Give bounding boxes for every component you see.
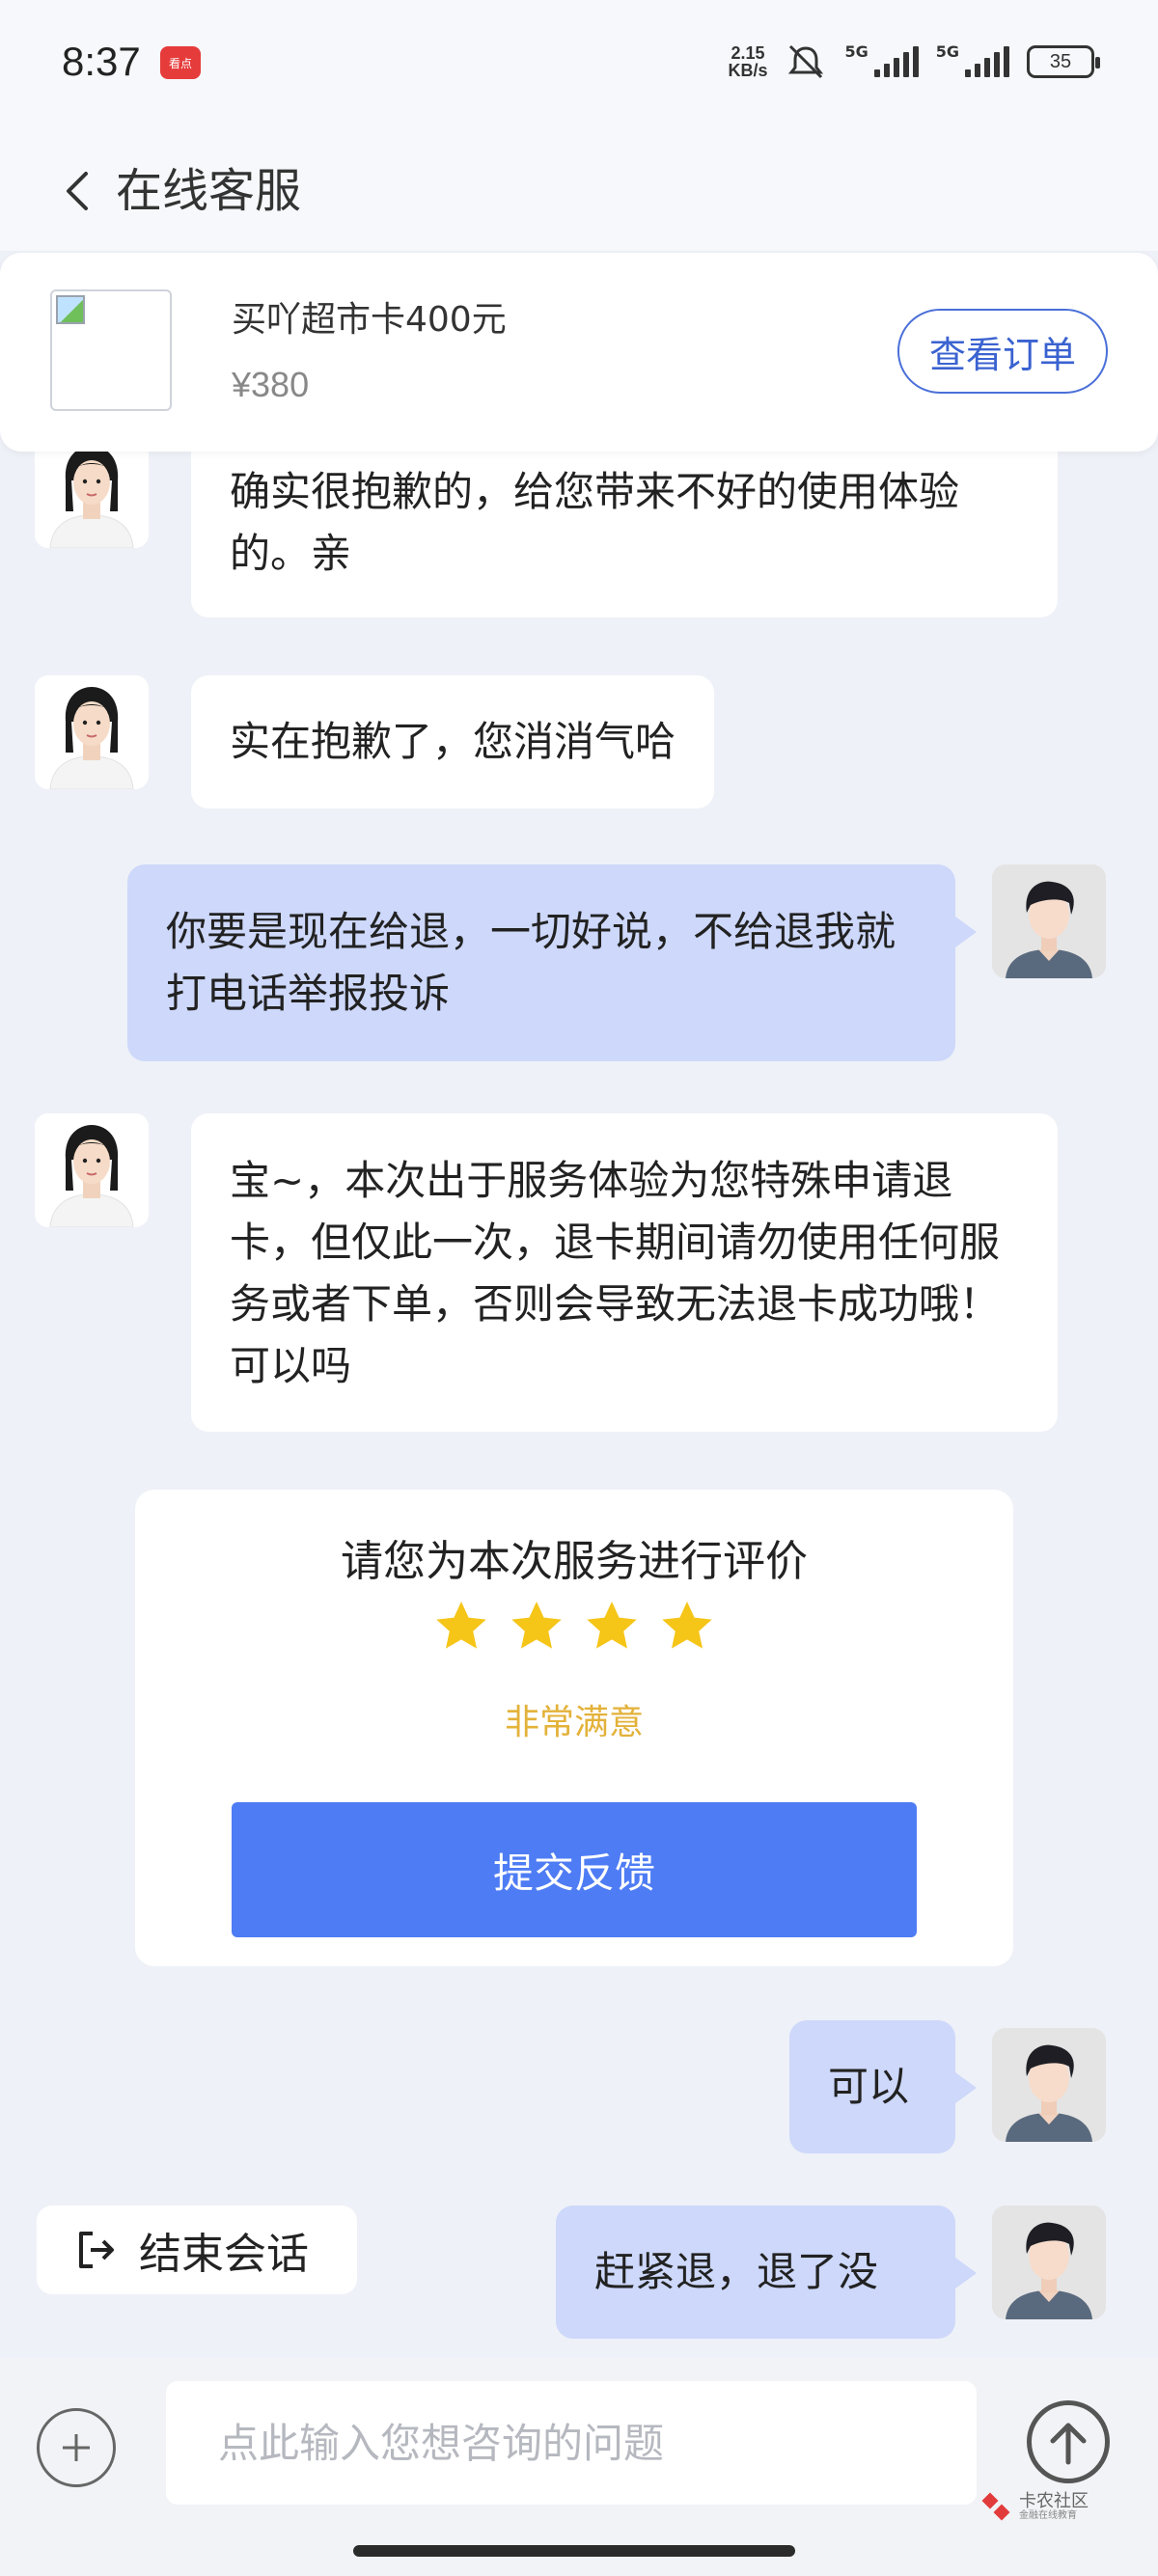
star-rating[interactable]: [135, 1598, 1013, 1656]
product-image: [50, 289, 172, 411]
watermark-subtext: 金融在线教育: [1019, 2510, 1077, 2521]
user-avatar: [992, 2028, 1106, 2142]
send-button[interactable]: [1027, 2400, 1110, 2483]
rating-card: 请您为本次服务进行评价 非常满意 提交反馈: [135, 1490, 1013, 1966]
agent-message: 实在抱歉了，您消消气哈: [191, 675, 715, 808]
agent-avatar: [35, 1113, 149, 1227]
star-icon[interactable]: [432, 1598, 490, 1656]
agent-message: 宝~，本次出于服务体验为您特殊申请退卡，但仅此一次，退卡期间请勿使用任何服务或者…: [191, 1113, 1058, 1432]
star-icon[interactable]: [583, 1598, 641, 1656]
user-avatar: [992, 864, 1106, 978]
watermark-text: 卡农社区: [1019, 2491, 1089, 2511]
input-bar: 卡农社区 金融在线教育: [0, 2358, 1158, 2576]
product-price: ¥380: [232, 365, 310, 404]
user-avatar: [992, 2206, 1106, 2319]
end-session-button[interactable]: 结束会话: [37, 2206, 357, 2294]
plus-button[interactable]: [37, 2408, 116, 2487]
rating-label: 非常满意: [504, 1703, 644, 1742]
plus-icon: [63, 2434, 90, 2461]
home-indicator[interactable]: [353, 2545, 795, 2557]
agent-message: 确实很抱歉的，给您带来不好的使用体验的。亲: [191, 430, 1058, 617]
message-input[interactable]: [166, 2381, 977, 2505]
end-session-label: 结束会话: [139, 2230, 309, 2279]
view-order-button[interactable]: 查看订单: [897, 309, 1108, 394]
watermark-logo-icon: [981, 2492, 1010, 2521]
product-card: 买吖超市卡400元 ¥380 查看订单: [0, 253, 1158, 452]
product-name: 买吖超市卡400元: [232, 300, 507, 340]
star-icon[interactable]: [658, 1598, 716, 1656]
user-message: 赶紧退，退了没: [556, 2206, 977, 2339]
user-message: 可以: [789, 2020, 977, 2153]
arrow-up-icon: [1050, 2423, 1087, 2465]
rating-title: 请您为本次服务进行评价: [341, 1537, 808, 1586]
agent-avatar: [35, 675, 149, 789]
star-icon[interactable]: [508, 1598, 565, 1656]
submit-feedback-button[interactable]: 提交反馈: [232, 1802, 917, 1937]
broken-image-icon: [56, 295, 85, 324]
user-message: 你要是现在给退，一切好说，不给退我就打电话举报投诉: [127, 864, 977, 1061]
exit-icon: [79, 2232, 114, 2268]
watermark: 卡农社区 金融在线教育: [980, 2491, 1089, 2524]
